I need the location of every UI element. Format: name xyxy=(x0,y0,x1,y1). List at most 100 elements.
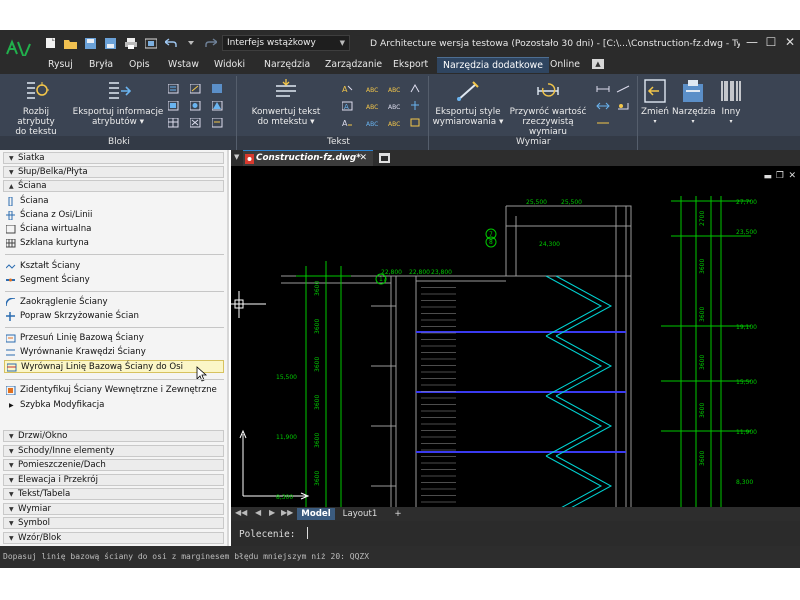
close-tab-icon[interactable]: ✕ xyxy=(360,151,367,166)
block-tool-7-icon[interactable] xyxy=(212,84,223,94)
text-tool-11-icon[interactable] xyxy=(410,101,421,111)
category-wzor-blok[interactable]: ▼ Wzór/Blok xyxy=(3,532,224,544)
palette-item-ksztalt-sciany[interactable]: Kształt Ściany xyxy=(4,260,224,273)
viewport-close-icon[interactable]: ✕ xyxy=(788,171,796,181)
minimize-button[interactable]: — xyxy=(745,34,759,50)
viewport-restore-icon[interactable]: ❐ xyxy=(776,171,784,181)
maximize-button[interactable]: ☐ xyxy=(764,34,778,50)
category-schody[interactable]: ▼ Schody/Inne elementy xyxy=(3,445,224,457)
level-label-right: 19,100 xyxy=(736,324,757,331)
palette-item-szklana-kurtyna[interactable]: Szklana kurtyna xyxy=(4,237,224,250)
inny-button[interactable]: Inny ▾ xyxy=(716,78,746,127)
new-tab-icon[interactable] xyxy=(379,153,390,163)
tab-narzedzia-dodatkowe[interactable]: Narzędzia dodatkowe xyxy=(437,57,549,73)
block-tool-6-icon[interactable] xyxy=(190,118,201,128)
new-file-icon[interactable] xyxy=(44,37,57,50)
add-layout-button[interactable]: + xyxy=(383,508,413,520)
palette-item-zidentyfikuj-sciany[interactable]: Zidentyfikuj Ściany Wewnętrzne i Zewnętr… xyxy=(4,384,224,397)
text-tool-8-icon[interactable]: ABC xyxy=(388,101,402,111)
tab-bryla[interactable]: Bryła xyxy=(89,57,113,73)
export-dim-styles-button[interactable]: Eksportuj style wymiarowania ▾ xyxy=(432,78,504,127)
category-elewacja-przekroj[interactable]: ▼ Elewacja i Przekrój xyxy=(3,474,224,486)
tab-menu-icon[interactable]: ▼ xyxy=(234,153,239,161)
text-tool-4-icon[interactable]: ABC xyxy=(366,84,380,94)
text-tool-10-icon[interactable] xyxy=(410,84,421,94)
palette-item-popraw-skrzyzowanie[interactable]: Popraw Skrzyżowanie Ścian xyxy=(4,310,224,323)
ribbon-minimize-icon[interactable]: ▲ xyxy=(592,59,604,69)
palette-item-szybka-modyfikacja[interactable]: ▶ Szybka Modyfikacja xyxy=(4,399,224,412)
palette-item-wyrownaj-linie-bazowa-do-osi[interactable]: Wyrównaj Linię Bazową Ściany do Osi xyxy=(4,360,224,373)
category-wymiar[interactable]: ▼ Wymiar xyxy=(3,503,224,515)
palette-item-sciana[interactable]: Ściana xyxy=(4,195,224,208)
prev-layout-icon[interactable]: ◀ xyxy=(255,508,261,517)
category-slup-belka-plyta[interactable]: ▼ Słup/Belka/Płyta xyxy=(3,166,224,178)
block-tool-9-icon[interactable] xyxy=(212,118,223,128)
text-tool-9-icon[interactable]: ABC xyxy=(388,118,402,128)
text-tool-5-icon[interactable]: ABC xyxy=(366,101,380,111)
drawing-canvas[interactable]: ▬ ❐ ✕ 15,500 11,900 8,300 22,800 22,800 … xyxy=(231,166,800,507)
text-tool-6-icon[interactable]: ABC xyxy=(366,118,380,128)
publish-icon[interactable] xyxy=(144,37,157,50)
item-label: Wyrównanie Krawędzi Ściany xyxy=(20,347,146,357)
tab-layout1[interactable]: Layout1 xyxy=(340,508,380,520)
first-layout-icon[interactable]: ◀◀ xyxy=(235,508,247,517)
text-tool-3-icon[interactable]: A xyxy=(342,118,353,128)
text-tool-12-icon[interactable] xyxy=(410,118,421,128)
open-folder-icon[interactable] xyxy=(64,37,77,50)
convert-text-button[interactable]: Konwertuj tekst do mtekstu ▾ xyxy=(242,78,330,127)
tab-zarzadzanie[interactable]: Zarządzanie xyxy=(325,57,382,73)
tab-wstaw[interactable]: Wstaw xyxy=(168,57,199,73)
save-icon[interactable] xyxy=(84,37,97,50)
category-pomieszczenie-dach[interactable]: ▼ Pomieszczenie/Dach xyxy=(3,459,224,471)
tab-eksport[interactable]: Eksport xyxy=(393,57,428,73)
tab-online[interactable]: Online xyxy=(550,57,580,73)
palette-item-segment-sciany[interactable]: Segment Ściany xyxy=(4,274,224,287)
tab-opis[interactable]: Opis xyxy=(129,57,150,73)
block-tool-8-icon[interactable] xyxy=(212,101,223,111)
narzedzia-button[interactable]: Narzędzia ▾ xyxy=(672,78,716,127)
tab-narzedzia[interactable]: Narzędzia xyxy=(264,57,310,73)
document-tab[interactable]: Construction-fz.dwg* ✕ xyxy=(243,150,373,166)
dim-tool-2-icon[interactable] xyxy=(596,101,610,111)
undo-icon[interactable] xyxy=(164,37,177,50)
tab-rysuj[interactable]: Rysuj xyxy=(48,57,73,73)
command-line[interactable]: Polecenie: xyxy=(231,521,800,546)
undo-dropdown-icon[interactable] xyxy=(184,37,197,50)
dim-tool-3-icon[interactable] xyxy=(596,118,610,128)
zmien-button[interactable]: Zmień ▾ xyxy=(640,78,670,127)
palette-item-sciana-wirtualna[interactable]: Ściana wirtualna xyxy=(4,223,224,236)
interface-select[interactable]: Interfejs wstążkowy ▼ xyxy=(222,35,350,51)
viewport-minimize-icon[interactable]: ▬ xyxy=(763,172,772,182)
palette-item-zaokraglenie[interactable]: Zaokrąglenie Ściany xyxy=(4,296,224,309)
palette-item-przesun-linie-bazowa[interactable]: Przesuń Linię Bazową Ściany xyxy=(4,332,224,345)
explode-attributes-button[interactable]: Rozbij atrybuty do tekstu xyxy=(4,78,68,137)
category-siatka[interactable]: ▼ Siatka xyxy=(3,152,224,164)
close-icon[interactable]: ✕ xyxy=(783,34,797,50)
last-layout-icon[interactable]: ▶▶ xyxy=(281,508,293,517)
dim-tool-5-icon[interactable] xyxy=(616,101,630,111)
tab-model[interactable]: Model xyxy=(297,508,335,520)
export-attributes-button[interactable]: Eksportuj informacje atrybutów ▾ xyxy=(72,78,164,127)
block-tool-4-icon[interactable] xyxy=(190,84,201,94)
text-tool-7-icon[interactable]: ABC xyxy=(388,84,402,94)
block-tool-2-icon[interactable] xyxy=(168,101,179,111)
palette-item-wyrownanie-krawedzi[interactable]: Wyrównanie Krawędzi Ściany xyxy=(4,346,224,359)
category-drzwi-okno[interactable]: ▼ Drzwi/Okno xyxy=(3,430,224,442)
dim-tool-4-icon[interactable] xyxy=(616,84,630,94)
text-tool-1-icon[interactable]: A xyxy=(342,84,353,94)
redo-icon[interactable] xyxy=(204,37,217,50)
category-sciana[interactable]: ▲ Ściana xyxy=(3,180,224,192)
save-all-icon[interactable] xyxy=(104,37,117,50)
block-tool-5-icon[interactable] xyxy=(190,101,201,111)
category-tekst-tabela[interactable]: ▼ Tekst/Tabela xyxy=(3,488,224,500)
category-symbol[interactable]: ▼ Symbol xyxy=(3,517,224,529)
restore-dim-value-button[interactable]: Przywróć wartość rzeczywistą wymiaru xyxy=(506,78,590,137)
block-tool-3-icon[interactable] xyxy=(168,118,179,128)
print-icon[interactable] xyxy=(124,37,137,50)
block-tool-1-icon[interactable] xyxy=(168,84,179,94)
dim-tool-1-icon[interactable] xyxy=(596,84,610,94)
text-tool-2-icon[interactable]: A xyxy=(342,101,353,111)
tab-widoki[interactable]: Widoki xyxy=(214,57,245,73)
next-layout-icon[interactable]: ▶ xyxy=(269,508,275,517)
palette-item-sciana-z-osi[interactable]: Ściana z Osi/Linii xyxy=(4,209,224,222)
